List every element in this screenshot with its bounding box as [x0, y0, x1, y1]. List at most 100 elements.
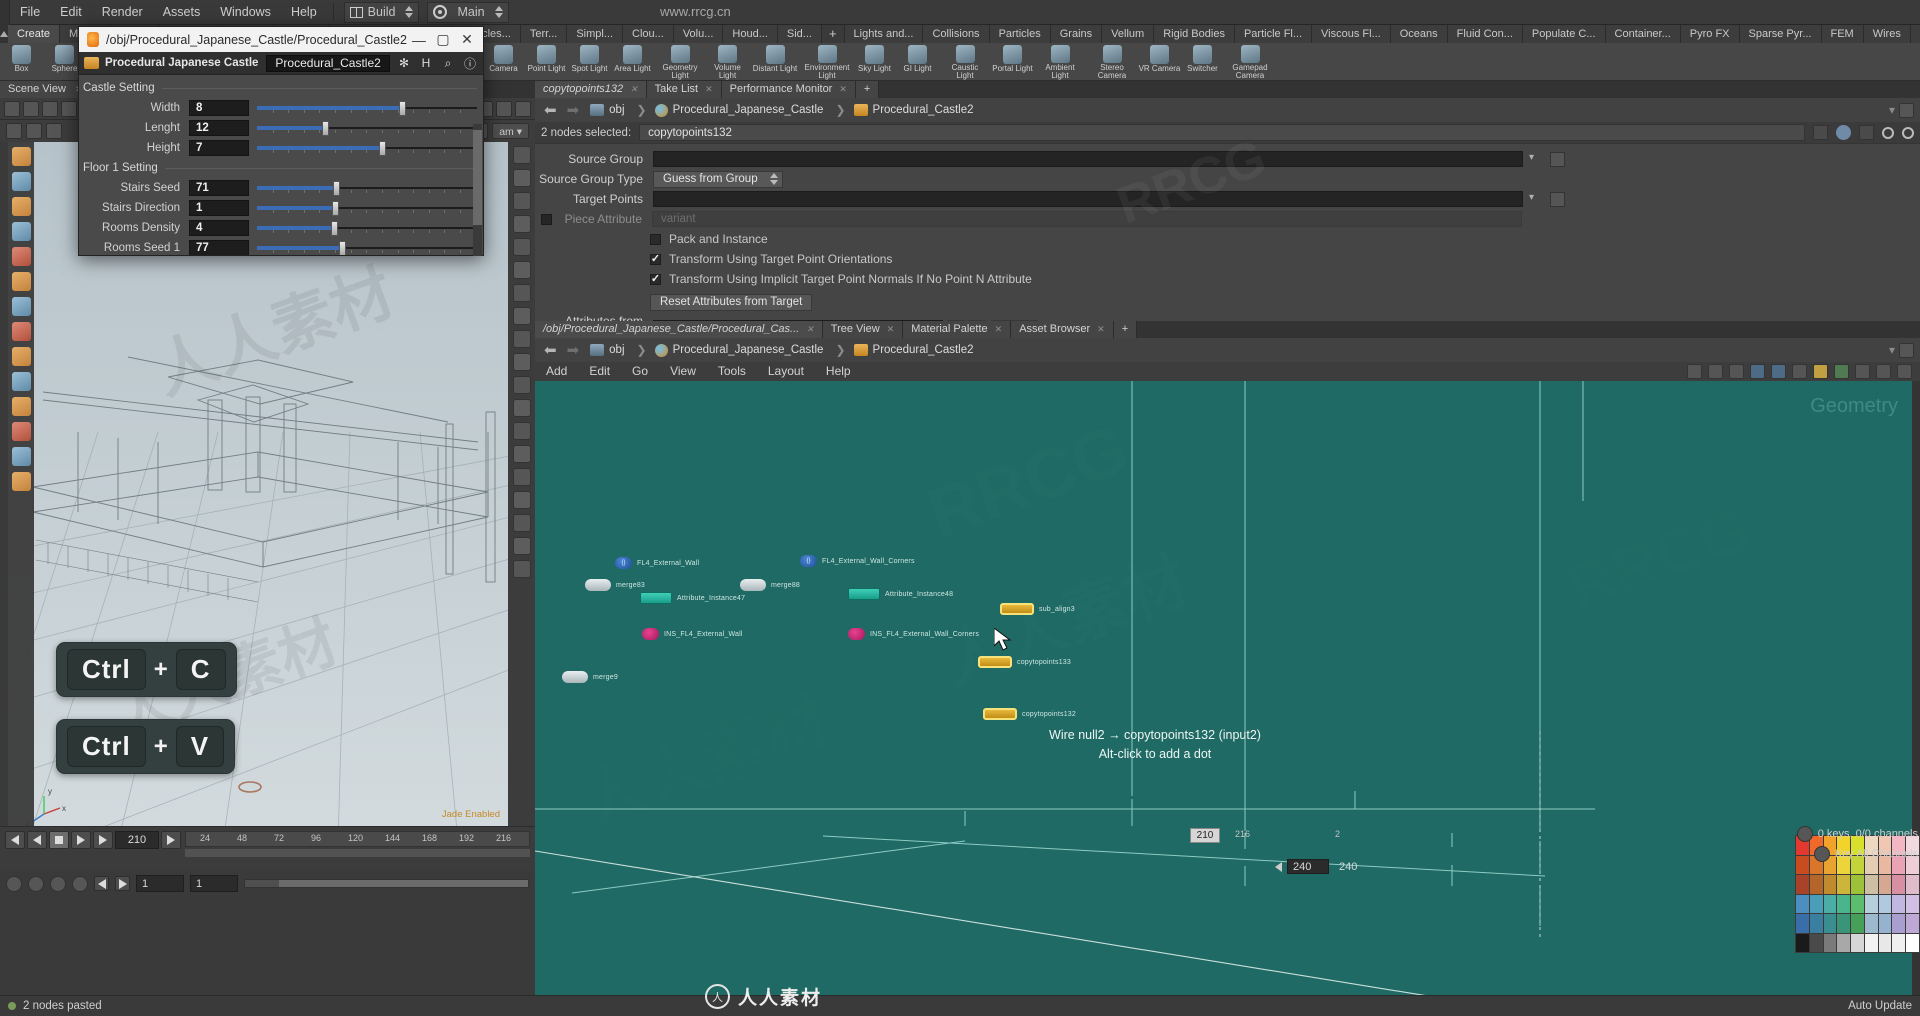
shelf-tab-simpl-[interactable]: Simpl...: [567, 25, 624, 43]
shelf-item-caustic-light[interactable]: Caustic Light: [939, 43, 991, 80]
close-icon[interactable]: ✕: [630, 84, 638, 94]
range-start-field-2[interactable]: 1: [190, 875, 238, 892]
breadcrumb-obj[interactable]: obj: [586, 341, 632, 360]
pack-and-instance-checkbox[interactable]: [650, 233, 661, 245]
note-icon[interactable]: [1813, 364, 1828, 379]
palette-swatch[interactable]: [1796, 894, 1809, 913]
dialog-titlebar[interactable]: /obj/Procedural_Japanese_Castle/Procedur…: [79, 27, 483, 52]
houdini-help-icon[interactable]: H: [418, 55, 434, 71]
dialog-section-header[interactable]: Floor 1 Setting: [79, 158, 483, 178]
desktop-selector[interactable]: Build: [343, 1, 420, 23]
shelf-tab-houd-[interactable]: Houd...: [723, 25, 778, 43]
pin-icon[interactable]: [1899, 342, 1914, 358]
node-body[interactable]: [642, 628, 659, 640]
shelf-item-box[interactable]: Box: [0, 43, 43, 80]
chevron-down-icon[interactable]: ▾: [1529, 152, 1544, 167]
shelf-item-distant-light[interactable]: Distant Light: [749, 43, 801, 80]
dialog-section-header[interactable]: Castle Setting: [79, 78, 483, 98]
slider-handle[interactable]: [331, 221, 338, 236]
chevron-down-icon[interactable]: ▾: [1529, 192, 1544, 207]
shelf-tab-particles[interactable]: Particles: [989, 25, 1051, 43]
range-prev-button[interactable]: [94, 876, 109, 891]
network-node-ins-fl4-external-wall[interactable]: INS_FL4_External_Wall: [642, 628, 743, 640]
transform-orientations-checkbox[interactable]: [650, 253, 661, 265]
group-picker-icon[interactable]: [1550, 191, 1565, 207]
shelf-item-point-light[interactable]: Point Light: [525, 43, 568, 80]
keyframe-track[interactable]: [185, 849, 530, 857]
shelf-tab-vellum[interactable]: Vellum: [1102, 25, 1155, 43]
houdini-help-icon[interactable]: [1859, 125, 1874, 140]
move-tool-icon[interactable]: [11, 222, 31, 241]
shelf-tab-fem[interactable]: FEM: [1821, 25, 1864, 43]
palette-swatch[interactable]: [1837, 914, 1851, 933]
shelf-tab-clou-[interactable]: Clou...: [623, 25, 674, 43]
height-slider[interactable]: [257, 140, 477, 156]
primitive-tool-icon[interactable]: [11, 347, 31, 366]
palette-swatch[interactable]: [1878, 914, 1892, 933]
shelf-tab-lights-and-[interactable]: Lights and...: [844, 25, 924, 43]
network-menu-tools[interactable]: Tools: [707, 362, 757, 381]
chevron-down-icon[interactable]: [515, 100, 531, 117]
palette-swatch[interactable]: [1864, 894, 1878, 913]
shelf-tab-sid-[interactable]: Sid...: [777, 25, 822, 43]
palette-swatch[interactable]: [1809, 914, 1823, 933]
scroll-up-arrow-icon[interactable]: [474, 124, 481, 130]
frame-selected-icon[interactable]: [512, 330, 531, 348]
piece-attribute-toggle[interactable]: [541, 213, 552, 225]
reset-attributes-button[interactable]: Reset Attributes from Target: [650, 293, 813, 311]
shelf-item-vr-camera[interactable]: VR Camera: [1138, 43, 1181, 80]
search-icon[interactable]: [1882, 126, 1894, 139]
current-frame-field[interactable]: 210: [115, 831, 159, 849]
shelf-item-portal-light[interactable]: Portal Light: [991, 43, 1034, 80]
node-body[interactable]: [848, 588, 880, 600]
node-body[interactable]: [740, 579, 766, 591]
menu-render[interactable]: Render: [92, 0, 153, 25]
network-node-merge9[interactable]: merge9: [562, 671, 618, 683]
nav-forward-icon[interactable]: ➡: [564, 341, 583, 359]
shelf-tab-wires[interactable]: Wires: [1863, 25, 1911, 43]
sculpt-tool-icon[interactable]: [11, 422, 31, 441]
search-icon[interactable]: [1876, 364, 1891, 379]
shaded-icon[interactable]: [512, 376, 531, 394]
play-button[interactable]: [71, 831, 91, 849]
keyframe-icon[interactable]: [72, 875, 88, 892]
camera-chip[interactable]: am ▾: [492, 123, 529, 139]
node-name-field[interactable]: Procedural_Castle2: [266, 54, 390, 72]
stop-button[interactable]: [49, 831, 69, 849]
palette-swatch[interactable]: [1796, 914, 1809, 933]
node-body[interactable]: {}: [615, 557, 632, 569]
node-body[interactable]: [640, 592, 672, 604]
network-node-merge88[interactable]: merge88: [740, 579, 800, 591]
rooms-density-input[interactable]: 4: [189, 220, 249, 236]
palette-swatch[interactable]: [1851, 933, 1864, 952]
range-slider[interactable]: [244, 879, 529, 888]
gear-icon[interactable]: ✻: [396, 55, 412, 71]
chevron-down-icon[interactable]: ▾: [1889, 343, 1895, 357]
range-left-arrow-icon[interactable]: [1275, 861, 1282, 872]
handle-tool-icon[interactable]: [11, 197, 31, 216]
shelf-item-spot-light[interactable]: Spot Light: [568, 43, 611, 80]
network-node-copytopoints132[interactable]: copytopoints132: [983, 708, 1076, 720]
breadcrumb-castle2[interactable]: Procedural_Castle2: [850, 101, 982, 120]
tab-add[interactable]: +: [855, 81, 880, 98]
shelf-item-area-light[interactable]: Area Light: [611, 43, 654, 80]
nav-back-icon[interactable]: ⬅: [541, 341, 560, 359]
scale-tool-icon[interactable]: [11, 272, 31, 291]
numeric-12-icon[interactable]: [512, 399, 531, 417]
network-node-copytopoints133[interactable]: copytopoints133: [978, 656, 1071, 668]
close-icon[interactable]: ✕: [995, 324, 1003, 334]
network-menu-edit[interactable]: Edit: [578, 362, 621, 381]
breadcrumb-castle[interactable]: Procedural_Japanese_Castle: [651, 341, 832, 360]
close-icon[interactable]: ✕: [1097, 324, 1105, 334]
shelf-tab--[interactable]: +: [821, 25, 845, 43]
template-flag-icon[interactable]: [1792, 364, 1807, 379]
layout-icon[interactable]: [496, 100, 512, 117]
piece-attribute-input[interactable]: variant: [652, 211, 1522, 227]
close-icon[interactable]: ✕: [839, 84, 847, 94]
tab-take-list[interactable]: Take List ✕: [646, 81, 722, 98]
stairs-seed-input[interactable]: 71: [189, 180, 249, 196]
target-selector[interactable]: Main: [427, 1, 509, 23]
breadcrumb-castle[interactable]: Procedural_Japanese_Castle: [651, 101, 832, 120]
shelf-tab-create[interactable]: Create: [8, 25, 61, 43]
shelf-tab-sparse-pyr-[interactable]: Sparse Pyr...: [1739, 25, 1822, 43]
